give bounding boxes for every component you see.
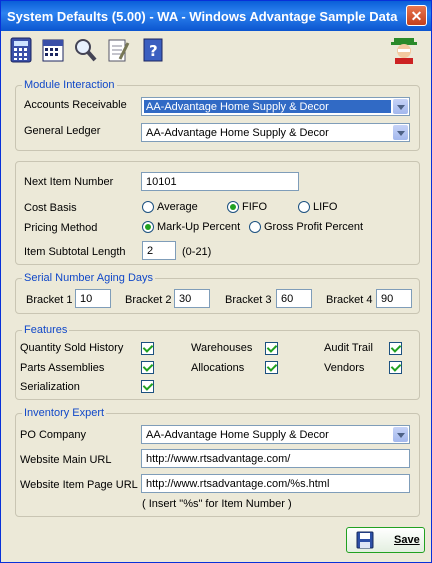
website-main-url-label: Website Main URL — [20, 454, 112, 466]
toolbar: ? — [1, 31, 431, 69]
general-ledger-label: General Ledger — [24, 125, 101, 137]
bracket-1-value: 10 — [80, 293, 93, 305]
feature-warehouses-label: Warehouses — [191, 342, 253, 354]
feature-warehouses-checkbox[interactable] — [265, 342, 278, 355]
po-company-value: AA-Advantage Home Supply & Decor — [146, 429, 329, 441]
magnifier-icon[interactable] — [71, 35, 99, 65]
feature-vendors-label: Vendors — [324, 362, 365, 374]
item-subtotal-range: (0-21) — [182, 246, 212, 258]
next-item-number-value: 10101 — [146, 176, 177, 188]
system-defaults-window: System Defaults (5.00) - WA - Windows Ad… — [0, 0, 432, 563]
feature-serialization-label: Serialization — [20, 381, 80, 393]
feature-audit-trail-label: Audit Trail — [324, 342, 373, 354]
feature-vendors-checkbox[interactable] — [389, 361, 402, 374]
bracket-2-label: Bracket 2 — [125, 294, 172, 306]
website-item-page-url-value: http://www.rtsadvantage.com/%s.html — [146, 478, 330, 490]
aging-days-legend: Serial Number Aging Days — [22, 272, 156, 284]
close-button[interactable]: ✕ — [406, 5, 427, 26]
pricing-markup-label: Mark-Up Percent — [157, 221, 241, 233]
cost-fifo-label: FIFO — [242, 201, 268, 213]
bracket-4-label: Bracket 4 — [326, 294, 373, 306]
window-title: System Defaults (5.00) - WA - Windows Ad… — [7, 9, 398, 24]
svg-text:?: ? — [149, 42, 158, 60]
item-subtotal-length-value: 2 — [147, 245, 154, 257]
mascot-icon — [387, 35, 421, 65]
title-bar[interactable]: System Defaults (5.00) - WA - Windows Ad… — [1, 1, 431, 31]
cost-fifo-radio[interactable] — [227, 201, 239, 213]
next-item-number-input[interactable]: 10101 — [141, 172, 299, 191]
save-button[interactable]: Save — [346, 527, 425, 553]
chevron-down-icon[interactable] — [393, 125, 408, 140]
feature-parts-assemblies-label: Parts Assemblies — [20, 362, 105, 374]
floppy-disk-icon — [356, 531, 374, 549]
bracket-4-input[interactable]: 90 — [376, 289, 412, 308]
bracket-4-value: 90 — [381, 293, 394, 305]
calculator-icon[interactable] — [7, 35, 35, 65]
cost-average-label: Average — [157, 201, 198, 213]
general-ledger-select[interactable]: AA-Advantage Home Supply & Decor — [141, 123, 410, 142]
bracket-1-input[interactable]: 10 — [75, 289, 111, 308]
feature-parts-assemblies-checkbox[interactable] — [141, 361, 154, 374]
feature-serialization-checkbox[interactable] — [141, 380, 154, 393]
notepad-icon[interactable] — [104, 35, 132, 65]
chevron-down-icon[interactable] — [393, 427, 408, 442]
website-item-page-url-input[interactable]: http://www.rtsadvantage.com/%s.html — [141, 474, 410, 493]
pricing-method-label: Pricing Method — [24, 222, 98, 234]
item-number-hint: ( Insert "%s" for Item Number ) — [142, 498, 292, 510]
next-item-number-label: Next Item Number — [24, 176, 114, 188]
pricing-markup-radio[interactable] — [142, 221, 154, 233]
help-book-icon[interactable]: ? — [139, 35, 167, 65]
chevron-down-icon[interactable] — [393, 99, 408, 114]
bracket-3-label: Bracket 3 — [225, 294, 272, 306]
accounts-receivable-value: AA-Advantage Home Supply & Decor — [146, 101, 329, 113]
website-main-url-value: http://www.rtsadvantage.com/ — [146, 453, 291, 465]
bracket-3-value: 60 — [281, 293, 294, 305]
po-company-select[interactable]: AA-Advantage Home Supply & Decor — [141, 425, 410, 444]
cost-lifo-radio[interactable] — [298, 201, 310, 213]
bracket-2-value: 30 — [179, 293, 192, 305]
po-company-label: PO Company — [20, 429, 87, 441]
feature-quantity-sold-history-checkbox[interactable] — [141, 342, 154, 355]
website-main-url-input[interactable]: http://www.rtsadvantage.com/ — [141, 449, 410, 468]
item-subtotal-length-label: Item Subtotal Length — [24, 246, 126, 258]
accounts-receivable-label: Accounts Receivable — [24, 99, 127, 111]
pricing-gross-profit-radio[interactable] — [249, 221, 261, 233]
website-item-page-url-label: Website Item Page URL — [20, 479, 138, 491]
general-ledger-value: AA-Advantage Home Supply & Decor — [146, 127, 329, 139]
bracket-3-input[interactable]: 60 — [276, 289, 312, 308]
bracket-2-input[interactable]: 30 — [174, 289, 210, 308]
calendar-icon[interactable] — [39, 35, 67, 65]
cost-basis-label: Cost Basis — [24, 202, 77, 214]
bracket-1-label: Bracket 1 — [26, 294, 73, 306]
feature-allocations-label: Allocations — [191, 362, 245, 374]
save-label: Save — [394, 534, 420, 546]
feature-allocations-checkbox[interactable] — [265, 361, 278, 374]
item-subtotal-length-input[interactable]: 2 — [142, 241, 176, 260]
feature-quantity-sold-history-label: Quantity Sold History — [20, 342, 124, 354]
inventory-expert-legend: Inventory Expert — [22, 407, 107, 419]
feature-audit-trail-checkbox[interactable] — [389, 342, 402, 355]
cost-average-radio[interactable] — [142, 201, 154, 213]
pricing-gross-profit-label: Gross Profit Percent — [264, 221, 364, 233]
features-legend: Features — [22, 324, 70, 336]
module-interaction-legend: Module Interaction — [22, 79, 117, 91]
accounts-receivable-select[interactable]: AA-Advantage Home Supply & Decor — [141, 97, 410, 116]
cost-lifo-label: LIFO — [313, 201, 338, 213]
